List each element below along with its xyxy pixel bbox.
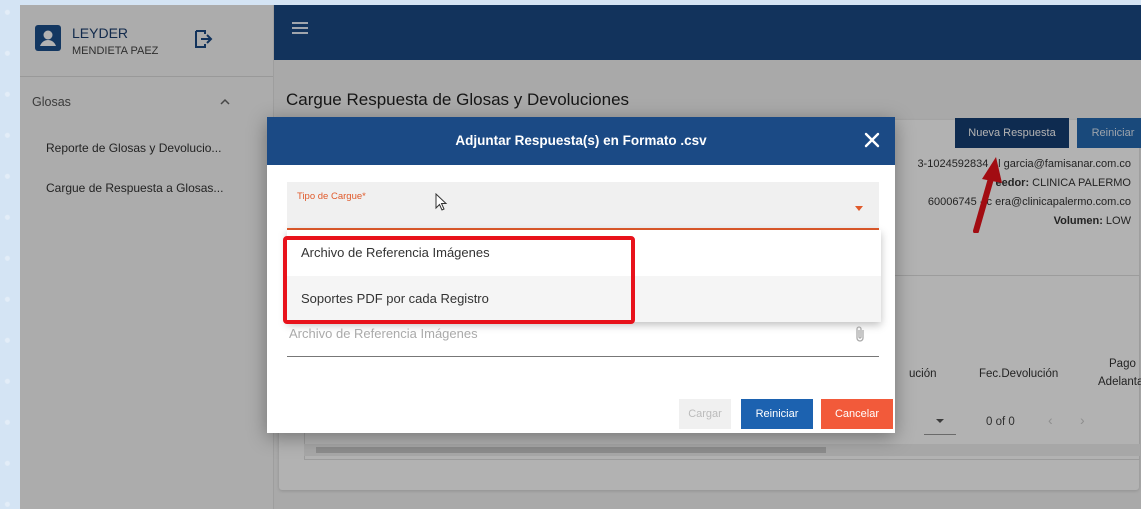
close-icon[interactable] (863, 131, 881, 149)
tipo-cargue-select[interactable]: Tipo de Cargue* (287, 182, 879, 230)
red-highlight-annotation (283, 236, 635, 324)
paperclip-icon[interactable] (853, 325, 867, 343)
file-input[interactable]: Archivo de Referencia Imágenes (287, 322, 879, 357)
caret-down-icon (855, 206, 863, 211)
tipo-cargue-label: Tipo de Cargue* (297, 191, 366, 202)
mouse-cursor-icon (435, 193, 448, 211)
cancelar-button[interactable]: Cancelar (821, 399, 893, 429)
modal-header: Adjuntar Respuesta(s) en Formato .csv (267, 117, 895, 165)
app-window: LEYDER MENDIETA PAEZ Glosas Reporte de G… (20, 5, 1141, 509)
cargar-button[interactable]: Cargar (679, 399, 731, 429)
file-placeholder: Archivo de Referencia Imágenes (289, 326, 478, 341)
reiniciar-button[interactable]: Reiniciar (741, 399, 813, 429)
modal-title: Adjuntar Respuesta(s) en Formato .csv (455, 133, 707, 148)
